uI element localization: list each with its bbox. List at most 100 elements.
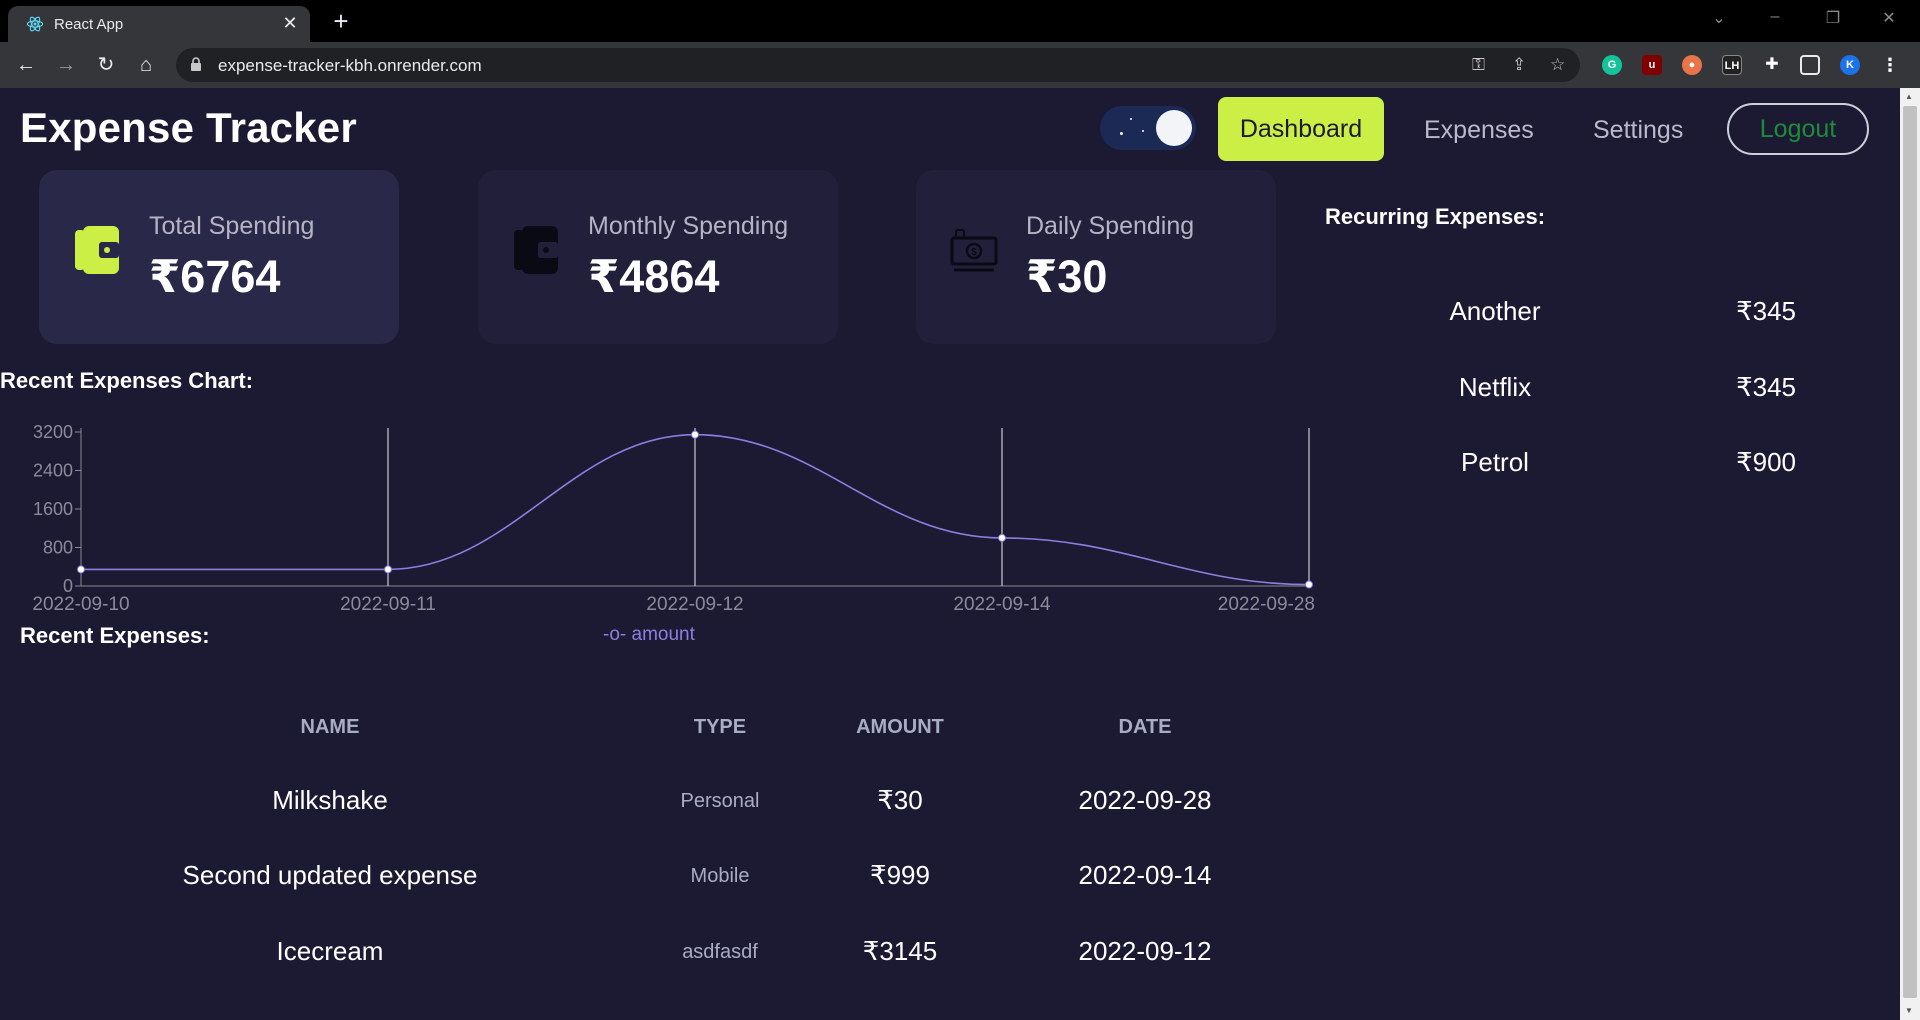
monthly-spending-card[interactable]: Monthly Spending ₹4864 <box>478 170 838 344</box>
cell-date: 2022-09-28 <box>1078 785 1212 815</box>
x-tick-label: 2022-09-28 <box>1218 594 1315 615</box>
recurring-amount: ₹345 <box>1736 372 1796 402</box>
cell-type: asdfasdf <box>682 941 758 963</box>
cell-type: Personal <box>680 790 760 812</box>
legend-line-icon: -o- <box>603 624 627 645</box>
card-label: Total Spending <box>149 212 315 240</box>
menu-icon[interactable]: ⋮ <box>1880 55 1900 75</box>
x-tick-label: 2022-09-11 <box>340 594 436 615</box>
recurring-name: Netflix <box>1458 372 1532 402</box>
cell-name: Milkshake <box>272 785 388 815</box>
recurring-title: Recurring Expenses: <box>1325 204 1546 229</box>
card-label: Monthly Spending <box>588 212 789 240</box>
browser-tabbar: React App ✕ + ⌄ – ❐ ✕ <box>0 0 1920 42</box>
x-tick-label: 2022-09-12 <box>646 594 743 615</box>
recurring-amount: ₹900 <box>1736 447 1796 477</box>
col-header-name: NAME <box>300 716 360 738</box>
total-spending-card[interactable]: Total Spending ₹6764 <box>39 170 399 344</box>
forward-icon[interactable]: → <box>52 51 80 79</box>
extension-icon[interactable]: ● <box>1682 55 1702 75</box>
card-value: ₹30 <box>1026 251 1108 302</box>
scroll-up-icon[interactable]: ▲ <box>1905 92 1913 101</box>
data-point <box>77 565 85 574</box>
data-point <box>998 533 1006 542</box>
restore-icon[interactable]: ❐ <box>1818 8 1848 28</box>
wallet-icon <box>514 226 558 274</box>
x-tick-label: 2022-09-14 <box>953 594 1051 615</box>
recurring-amount: ₹345 <box>1736 296 1796 326</box>
app-header: Expense Tracker Dashboard Expenses Setti… <box>0 88 1900 168</box>
legend-label: amount <box>631 624 695 645</box>
reload-icon[interactable]: ↻ <box>92 51 120 79</box>
cell-type: Mobile <box>690 865 750 887</box>
cell-date: 2022-09-14 <box>1078 860 1212 890</box>
new-tab-button[interactable]: + <box>326 6 356 36</box>
scroll-down-icon[interactable]: ▼ <box>1905 1006 1913 1015</box>
y-tick-label: 0 <box>63 576 73 596</box>
wallet-icon <box>75 226 119 274</box>
y-tick-label: 2400 <box>33 461 73 481</box>
lighthouse-icon[interactable]: LH <box>1722 55 1742 75</box>
star-icon[interactable]: ☆ <box>1550 55 1565 75</box>
moon-icon <box>1156 110 1192 146</box>
cell-date: 2022-09-12 <box>1078 936 1212 966</box>
url-text: expense-tracker-kbh.onrender.com <box>218 56 482 75</box>
cell-amount: ₹30 <box>877 785 923 815</box>
lock-icon <box>191 57 201 71</box>
key-icon[interactable]: ⚿ <box>1472 55 1485 75</box>
data-point <box>1305 580 1313 589</box>
sidepanel-icon[interactable] <box>1800 55 1820 75</box>
brand-title: Expense Tracker <box>20 104 357 151</box>
tab-search-icon[interactable]: ⌄ <box>1704 8 1734 28</box>
recent-title: Recent Expenses: <box>20 623 210 648</box>
close-tab-icon[interactable]: ✕ <box>280 13 300 34</box>
card-label: Daily Spending <box>1026 212 1195 240</box>
data-point <box>691 430 699 439</box>
card-value: ₹4864 <box>588 251 720 302</box>
daily-spending-card[interactable]: $ Daily Spending ₹30 <box>916 170 1276 344</box>
cell-name: Icecream <box>276 936 384 966</box>
nav-expenses[interactable]: Expenses <box>1424 116 1534 145</box>
star-dot <box>1120 132 1123 135</box>
col-header-date: DATE <box>1118 716 1172 738</box>
share-icon[interactable]: ⇪ <box>1512 55 1526 75</box>
browser-toolbar: ← → ↻ ⌂ expense-tracker-kbh.onrender.com… <box>0 42 1920 88</box>
cell-amount: ₹3145 <box>862 936 938 966</box>
svg-text:$: $ <box>971 247 977 258</box>
ublock-icon[interactable]: u <box>1642 55 1662 75</box>
col-header-type: TYPE <box>693 716 747 738</box>
recurring-name: Petrol <box>1461 447 1529 477</box>
address-bar[interactable]: expense-tracker-kbh.onrender.com ⚿ ⇪ ☆ <box>176 48 1580 82</box>
star-dot <box>1130 118 1132 120</box>
expenses-line-chart: 0 800 1600 2400 3200 2022-09-10 2022-09-11 2022… <box>32 422 1315 615</box>
tab-title: React App <box>54 16 124 33</box>
minimize-icon[interactable]: – <box>1760 8 1790 26</box>
x-tick-label: 2022-09-10 <box>32 594 129 615</box>
app-root: Expense Tracker Dashboard Expenses Setti… <box>0 88 1900 1020</box>
col-header-amount: AMOUNT <box>856 716 944 738</box>
nav-settings[interactable]: Settings <box>1593 116 1683 145</box>
card-value: ₹6764 <box>149 251 281 302</box>
data-point <box>384 565 392 574</box>
logout-button[interactable]: Logout <box>1727 103 1869 155</box>
cell-name: Second updated expense <box>182 860 478 890</box>
page-scrollbar[interactable]: ▲ ▼ <box>1900 88 1920 1020</box>
y-tick-label: 800 <box>43 538 73 558</box>
nav-dashboard[interactable]: Dashboard <box>1218 97 1384 161</box>
star-dot <box>1142 130 1144 132</box>
cell-amount: ₹999 <box>870 860 930 890</box>
puzzle-icon[interactable]: ✚ <box>1762 55 1782 75</box>
browser-tab[interactable]: React App ✕ <box>8 6 310 42</box>
y-tick-label: 1600 <box>33 499 73 519</box>
home-icon[interactable]: ⌂ <box>132 51 160 79</box>
back-icon[interactable]: ← <box>12 51 40 79</box>
grammarly-icon[interactable]: G <box>1602 55 1622 75</box>
profile-avatar[interactable]: K <box>1840 55 1860 75</box>
theme-toggle[interactable] <box>1100 106 1196 150</box>
cash-icon: $ <box>950 229 998 272</box>
chart-legend: -o- amount <box>603 624 695 646</box>
window-close-icon[interactable]: ✕ <box>1874 8 1904 28</box>
react-icon <box>26 16 44 32</box>
y-tick-label: 3200 <box>33 422 73 442</box>
scrollbar-thumb[interactable] <box>1903 106 1917 998</box>
